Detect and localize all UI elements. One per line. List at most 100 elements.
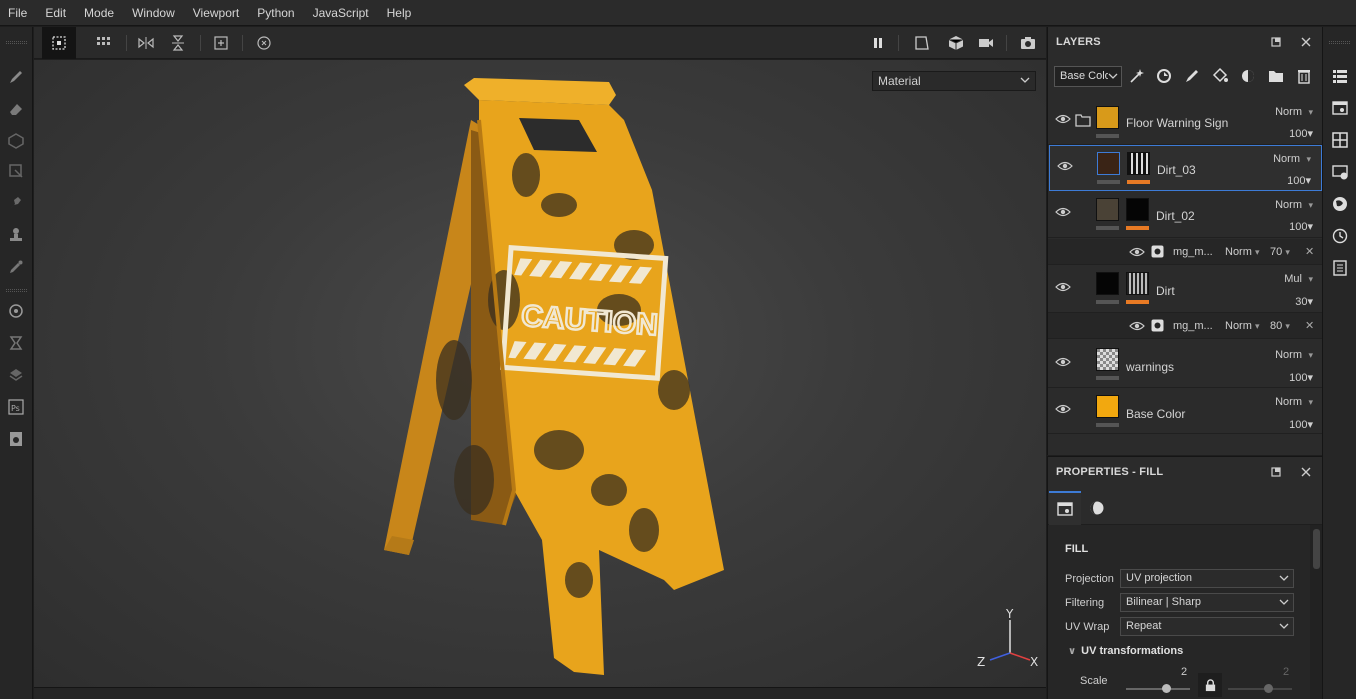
eye-icon[interactable] xyxy=(1055,281,1071,293)
eraser-icon[interactable] xyxy=(6,99,26,119)
selection-tool-icon[interactable] xyxy=(42,27,76,59)
add-effect-icon[interactable] xyxy=(1128,67,1146,85)
scale-v-slider[interactable] xyxy=(1228,688,1292,690)
blend-mode-dropdown[interactable]: Mul ▾ xyxy=(1263,273,1313,285)
remove-mask-icon[interactable]: ✕ xyxy=(1305,319,1314,332)
eye-icon[interactable] xyxy=(1055,113,1071,125)
layer-row-dirt-03[interactable]: Dirt_03 Norm ▾ 100▾ xyxy=(1049,145,1322,191)
add-smart-material-icon[interactable] xyxy=(1155,67,1173,85)
undock-icon[interactable] xyxy=(1269,35,1283,49)
blend-mode-dropdown[interactable]: Norm ▾ xyxy=(1263,106,1313,118)
opacity-dropdown[interactable]: 100▾ xyxy=(1263,418,1313,431)
history-icon[interactable] xyxy=(1331,227,1349,245)
menu-viewport[interactable]: Viewport xyxy=(184,0,248,26)
trash-icon[interactable] xyxy=(1295,67,1313,85)
screenshot-camera-icon[interactable] xyxy=(1016,31,1040,55)
video-camera-icon[interactable] xyxy=(974,31,998,55)
opacity-dropdown[interactable]: 30▾ xyxy=(1263,295,1313,308)
scrollbar-thumb[interactable] xyxy=(1313,529,1320,569)
scale-v-slider-handle[interactable] xyxy=(1264,684,1273,693)
blend-mode-dropdown[interactable]: Norm ▾ xyxy=(1261,153,1311,165)
timer-icon[interactable] xyxy=(6,333,26,353)
mask-blend-dropdown[interactable]: Norm ▾ xyxy=(1225,320,1259,332)
channel-dropdown[interactable]: Base Colo xyxy=(1054,66,1122,87)
reset-camera-icon[interactable] xyxy=(252,31,276,55)
projection-dropdown[interactable]: UV projection xyxy=(1120,569,1294,588)
layers-list-icon[interactable] xyxy=(1331,67,1349,85)
photoshop-icon[interactable]: Ps xyxy=(6,397,26,417)
close-icon[interactable] xyxy=(1299,35,1313,49)
menu-help[interactable]: Help xyxy=(378,0,421,26)
opacity-dropdown[interactable]: 100▾ xyxy=(1261,174,1311,187)
mask-row[interactable]: mg_m... Norm ▾ 70 ▾ ✕ xyxy=(1048,239,1323,265)
tab-fill-properties[interactable] xyxy=(1049,491,1081,525)
fit-view-icon[interactable] xyxy=(209,31,233,55)
bake-icon[interactable] xyxy=(6,301,26,321)
mirror-y-icon[interactable] xyxy=(166,31,190,55)
mask-blend-dropdown[interactable]: Norm ▾ xyxy=(1225,246,1259,258)
2d-view-icon[interactable] xyxy=(910,31,934,55)
eye-icon[interactable] xyxy=(1055,356,1071,368)
eye-icon[interactable] xyxy=(1129,246,1145,258)
layer-row-warnings[interactable]: warnings Norm ▾ 100▾ xyxy=(1048,341,1323,388)
scale-u-slider-handle[interactable] xyxy=(1162,684,1171,693)
smudge-icon[interactable] xyxy=(6,193,26,213)
projection-icon[interactable] xyxy=(6,131,26,151)
menu-python[interactable]: Python xyxy=(248,0,303,26)
3d-cube-icon[interactable] xyxy=(944,31,968,55)
remove-mask-icon[interactable]: ✕ xyxy=(1305,245,1314,258)
3d-viewport[interactable]: CAUTION Material Y X Z xyxy=(34,60,1046,687)
tab-material[interactable] xyxy=(1081,491,1113,525)
mask-opacity-dropdown[interactable]: 80 ▾ xyxy=(1270,320,1290,332)
environment-icon[interactable] xyxy=(1331,195,1349,213)
camera-settings-icon[interactable] xyxy=(6,429,26,449)
mirror-x-icon[interactable] xyxy=(134,31,158,55)
layer-row-dirt[interactable]: Dirt Mul ▾ 30▾ xyxy=(1048,266,1323,313)
add-mask-icon[interactable] xyxy=(1239,67,1257,85)
display-settings-icon[interactable] xyxy=(1331,163,1349,181)
texture-set-icon[interactable] xyxy=(1331,131,1349,149)
mask-row[interactable]: mg_m... Norm ▾ 80 ▾ ✕ xyxy=(1048,313,1323,339)
opacity-dropdown[interactable]: 100▾ xyxy=(1263,371,1313,384)
pause-icon[interactable] xyxy=(866,31,890,55)
eye-icon[interactable] xyxy=(1057,160,1073,172)
scale-u-slider[interactable] xyxy=(1126,688,1190,690)
toolbar-grip[interactable] xyxy=(6,41,27,44)
menu-window[interactable]: Window xyxy=(123,0,184,26)
blend-mode-dropdown[interactable]: Norm ▾ xyxy=(1263,396,1313,408)
log-icon[interactable] xyxy=(1331,259,1349,277)
layer-row-folder[interactable]: Floor Warning Sign Norm ▾ 100▾ xyxy=(1048,97,1323,145)
filtering-dropdown[interactable]: Bilinear | Sharp xyxy=(1120,593,1294,612)
viewport-mode-dropdown[interactable]: Material xyxy=(872,71,1036,91)
blend-mode-dropdown[interactable]: Norm ▾ xyxy=(1263,349,1313,361)
menu-mode[interactable]: Mode xyxy=(75,0,123,26)
menu-file[interactable]: File xyxy=(0,0,36,26)
eye-icon[interactable] xyxy=(1129,320,1145,332)
color-picker-icon[interactable] xyxy=(6,257,26,277)
add-fill-layer-icon[interactable] xyxy=(1211,67,1229,85)
grid-symmetry-icon[interactable] xyxy=(92,31,116,55)
blend-mode-dropdown[interactable]: Norm ▾ xyxy=(1263,199,1313,211)
uv-wrap-dropdown[interactable]: Repeat xyxy=(1120,617,1294,636)
undock-icon[interactable] xyxy=(1269,465,1283,479)
clone-stamp-icon[interactable] xyxy=(6,225,26,245)
opacity-dropdown[interactable]: 100▾ xyxy=(1263,220,1313,233)
paint-brush-icon[interactable] xyxy=(6,67,26,87)
layer-row-base-color[interactable]: Base Color Norm ▾ 100▾ xyxy=(1048,388,1323,434)
close-icon[interactable] xyxy=(1299,465,1313,479)
mask-channel-bar xyxy=(1127,180,1150,184)
lock-ratio-button[interactable] xyxy=(1198,673,1222,697)
add-folder-icon[interactable] xyxy=(1267,67,1285,85)
layers-stack-icon[interactable] xyxy=(6,365,26,385)
eye-icon[interactable] xyxy=(1055,403,1071,415)
opacity-dropdown[interactable]: 100▾ xyxy=(1263,127,1313,140)
mask-opacity-dropdown[interactable]: 70 ▾ xyxy=(1270,246,1290,258)
uv-transformations-toggle[interactable]: ∨ UV transformations xyxy=(1068,645,1183,657)
properties-icon[interactable] xyxy=(1331,99,1349,117)
polygon-fill-icon[interactable] xyxy=(6,161,26,181)
layer-row-dirt-02[interactable]: Dirt_02 Norm ▾ 100▾ xyxy=(1048,192,1323,238)
eye-icon[interactable] xyxy=(1055,206,1071,218)
menu-javascript[interactable]: JavaScript xyxy=(304,0,378,26)
menu-edit[interactable]: Edit xyxy=(36,0,75,26)
add-paint-layer-icon[interactable] xyxy=(1183,67,1201,85)
